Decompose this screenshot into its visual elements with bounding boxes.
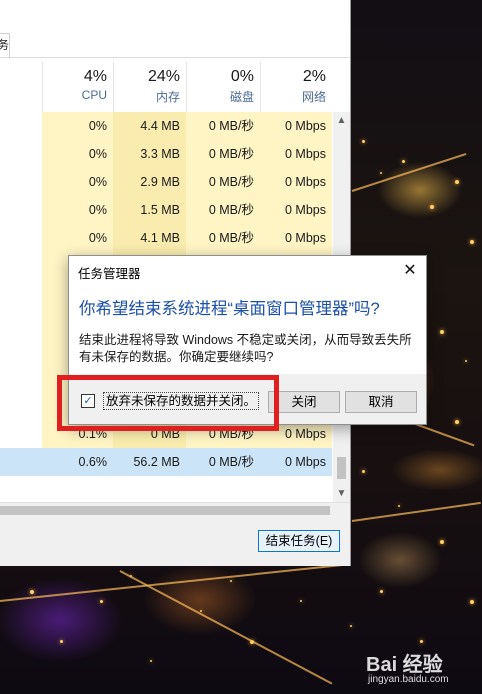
city-light: [380, 172, 382, 174]
watermark-url: jingyan.baidu.com: [368, 674, 449, 685]
city-light: [440, 540, 444, 544]
cell-mem: 1.5 MB: [113, 196, 186, 224]
cell-disk: 0 MB/秒: [186, 112, 260, 140]
cell-cpu: 0%: [42, 196, 113, 224]
cell-net: 0 Mbps: [260, 224, 332, 252]
scrollbar-thumb[interactable]: [337, 457, 346, 479]
cell-mem: 3.3 MB: [113, 140, 186, 168]
cpu-percent: 4%: [83, 68, 107, 85]
column-header-disk[interactable]: 0% 磁盘: [186, 62, 260, 112]
city-light: [440, 330, 444, 334]
dialog-titlebar: 任务管理器 ✕: [69, 256, 426, 286]
road-light-streak: [119, 570, 333, 685]
city-light: [362, 140, 365, 143]
table-row[interactable]: 0% 2.9 MB 0 MB/秒 0 Mbps: [0, 168, 332, 196]
tab-strip: 务: [0, 0, 350, 58]
city-light: [30, 590, 34, 594]
city-light: [380, 590, 383, 593]
cell-disk: 0 MB/秒: [186, 448, 260, 476]
dialog-main-instruction: 你希望结束系统进程“桌面窗口管理器”吗?: [79, 300, 380, 318]
city-light: [100, 600, 103, 603]
horizontal-scrollbar[interactable]: [0, 502, 350, 518]
cell-disk: 0 MB/秒: [186, 224, 260, 252]
city-light: [300, 600, 302, 602]
city-light: [402, 160, 405, 163]
city-light: [420, 640, 423, 643]
cell-mem: 4.1 MB: [113, 224, 186, 252]
column-headers: 4% CPU 24% 内存 0% 磁盘 2% 网络: [0, 62, 332, 112]
road-light-streak: [0, 563, 349, 602]
table-row[interactable]: 0% 4.4 MB 0 MB/秒 0 Mbps: [0, 112, 332, 140]
scroll-down-icon[interactable]: ▼: [333, 485, 350, 502]
network-label: 网络: [301, 90, 326, 104]
cell-net: 0 Mbps: [260, 196, 332, 224]
road-light-streak: [351, 152, 467, 192]
table-row[interactable]: 0.6% 56.2 MB 0 MB/秒 0 Mbps: [0, 448, 332, 476]
cell-cpu: 0%: [42, 112, 113, 140]
dialog-title: 任务管理器: [78, 267, 141, 281]
disk-label: 磁盘: [229, 90, 254, 104]
cancel-button[interactable]: 取消: [345, 391, 417, 413]
cell-disk: 0 MB/秒: [186, 168, 260, 196]
scroll-up-icon[interactable]: ▲: [333, 112, 350, 129]
city-light: [230, 580, 232, 582]
disk-percent: 0%: [230, 68, 254, 85]
baidu-jingyan-watermark: Bai 经验 jingyan.baidu.com: [366, 648, 478, 688]
table-row[interactable]: 0% 1.5 MB 0 MB/秒 0 Mbps: [0, 196, 332, 224]
city-light: [470, 240, 474, 244]
end-task-button[interactable]: 结束任务(E): [258, 530, 340, 552]
dialog-body: 你希望结束系统进程“桌面窗口管理器”吗? 结束此进程将导致 Windows 不稳…: [69, 286, 426, 374]
city-light: [362, 470, 365, 473]
watermark-logo: Bai 经验: [366, 654, 443, 676]
city-light: [455, 420, 459, 424]
memory-percent: 24%: [147, 68, 180, 85]
cell-cpu: 0%: [42, 168, 113, 196]
cell-net: 0 Mbps: [260, 140, 332, 168]
cell-mem: 2.9 MB: [113, 168, 186, 196]
cell-disk: 0 MB/秒: [186, 140, 260, 168]
cpu-label: CPU: [81, 88, 107, 102]
cell-net: 0 Mbps: [260, 448, 332, 476]
tab-services[interactable]: 务: [0, 33, 10, 58]
city-light: [398, 505, 400, 507]
city-light: [465, 360, 467, 362]
cell-mem: 56.2 MB: [113, 448, 186, 476]
cell-mem: 4.4 MB: [113, 112, 186, 140]
road-light-streak: [351, 501, 481, 522]
column-header-network[interactable]: 2% 网络: [260, 62, 332, 112]
city-light: [350, 625, 352, 627]
close-icon[interactable]: ✕: [394, 256, 426, 286]
column-header-memory[interactable]: 24% 内存: [113, 62, 186, 112]
bottom-bar: 结束任务(E): [0, 518, 350, 566]
cell-cpu: 0.6%: [42, 448, 113, 476]
annotation-highlight-box: [57, 375, 279, 431]
city-light: [455, 180, 459, 184]
horizontal-scrollbar-thumb[interactable]: [0, 506, 330, 515]
city-light: [60, 640, 63, 643]
city-light: [470, 600, 474, 604]
cell-cpu: 0%: [42, 224, 113, 252]
cell-net: 0 Mbps: [260, 112, 332, 140]
column-header-cpu[interactable]: 4% CPU: [42, 62, 113, 112]
city-light: [430, 205, 434, 209]
cell-disk: 0 MB/秒: [186, 196, 260, 224]
table-row[interactable]: 0% 4.1 MB 0 MB/秒 0 Mbps: [0, 224, 332, 252]
cell-net: 0 Mbps: [260, 168, 332, 196]
table-row[interactable]: 0% 3.3 MB 0 MB/秒 0 Mbps: [0, 140, 332, 168]
city-light: [150, 660, 152, 662]
dialog-description: 结束此进程将导致 Windows 不稳定或关闭，从而导致丢失所有未保存的数据。你…: [79, 333, 412, 364]
cell-cpu: 0%: [42, 140, 113, 168]
memory-label: 内存: [155, 90, 180, 104]
network-percent: 2%: [302, 68, 326, 85]
